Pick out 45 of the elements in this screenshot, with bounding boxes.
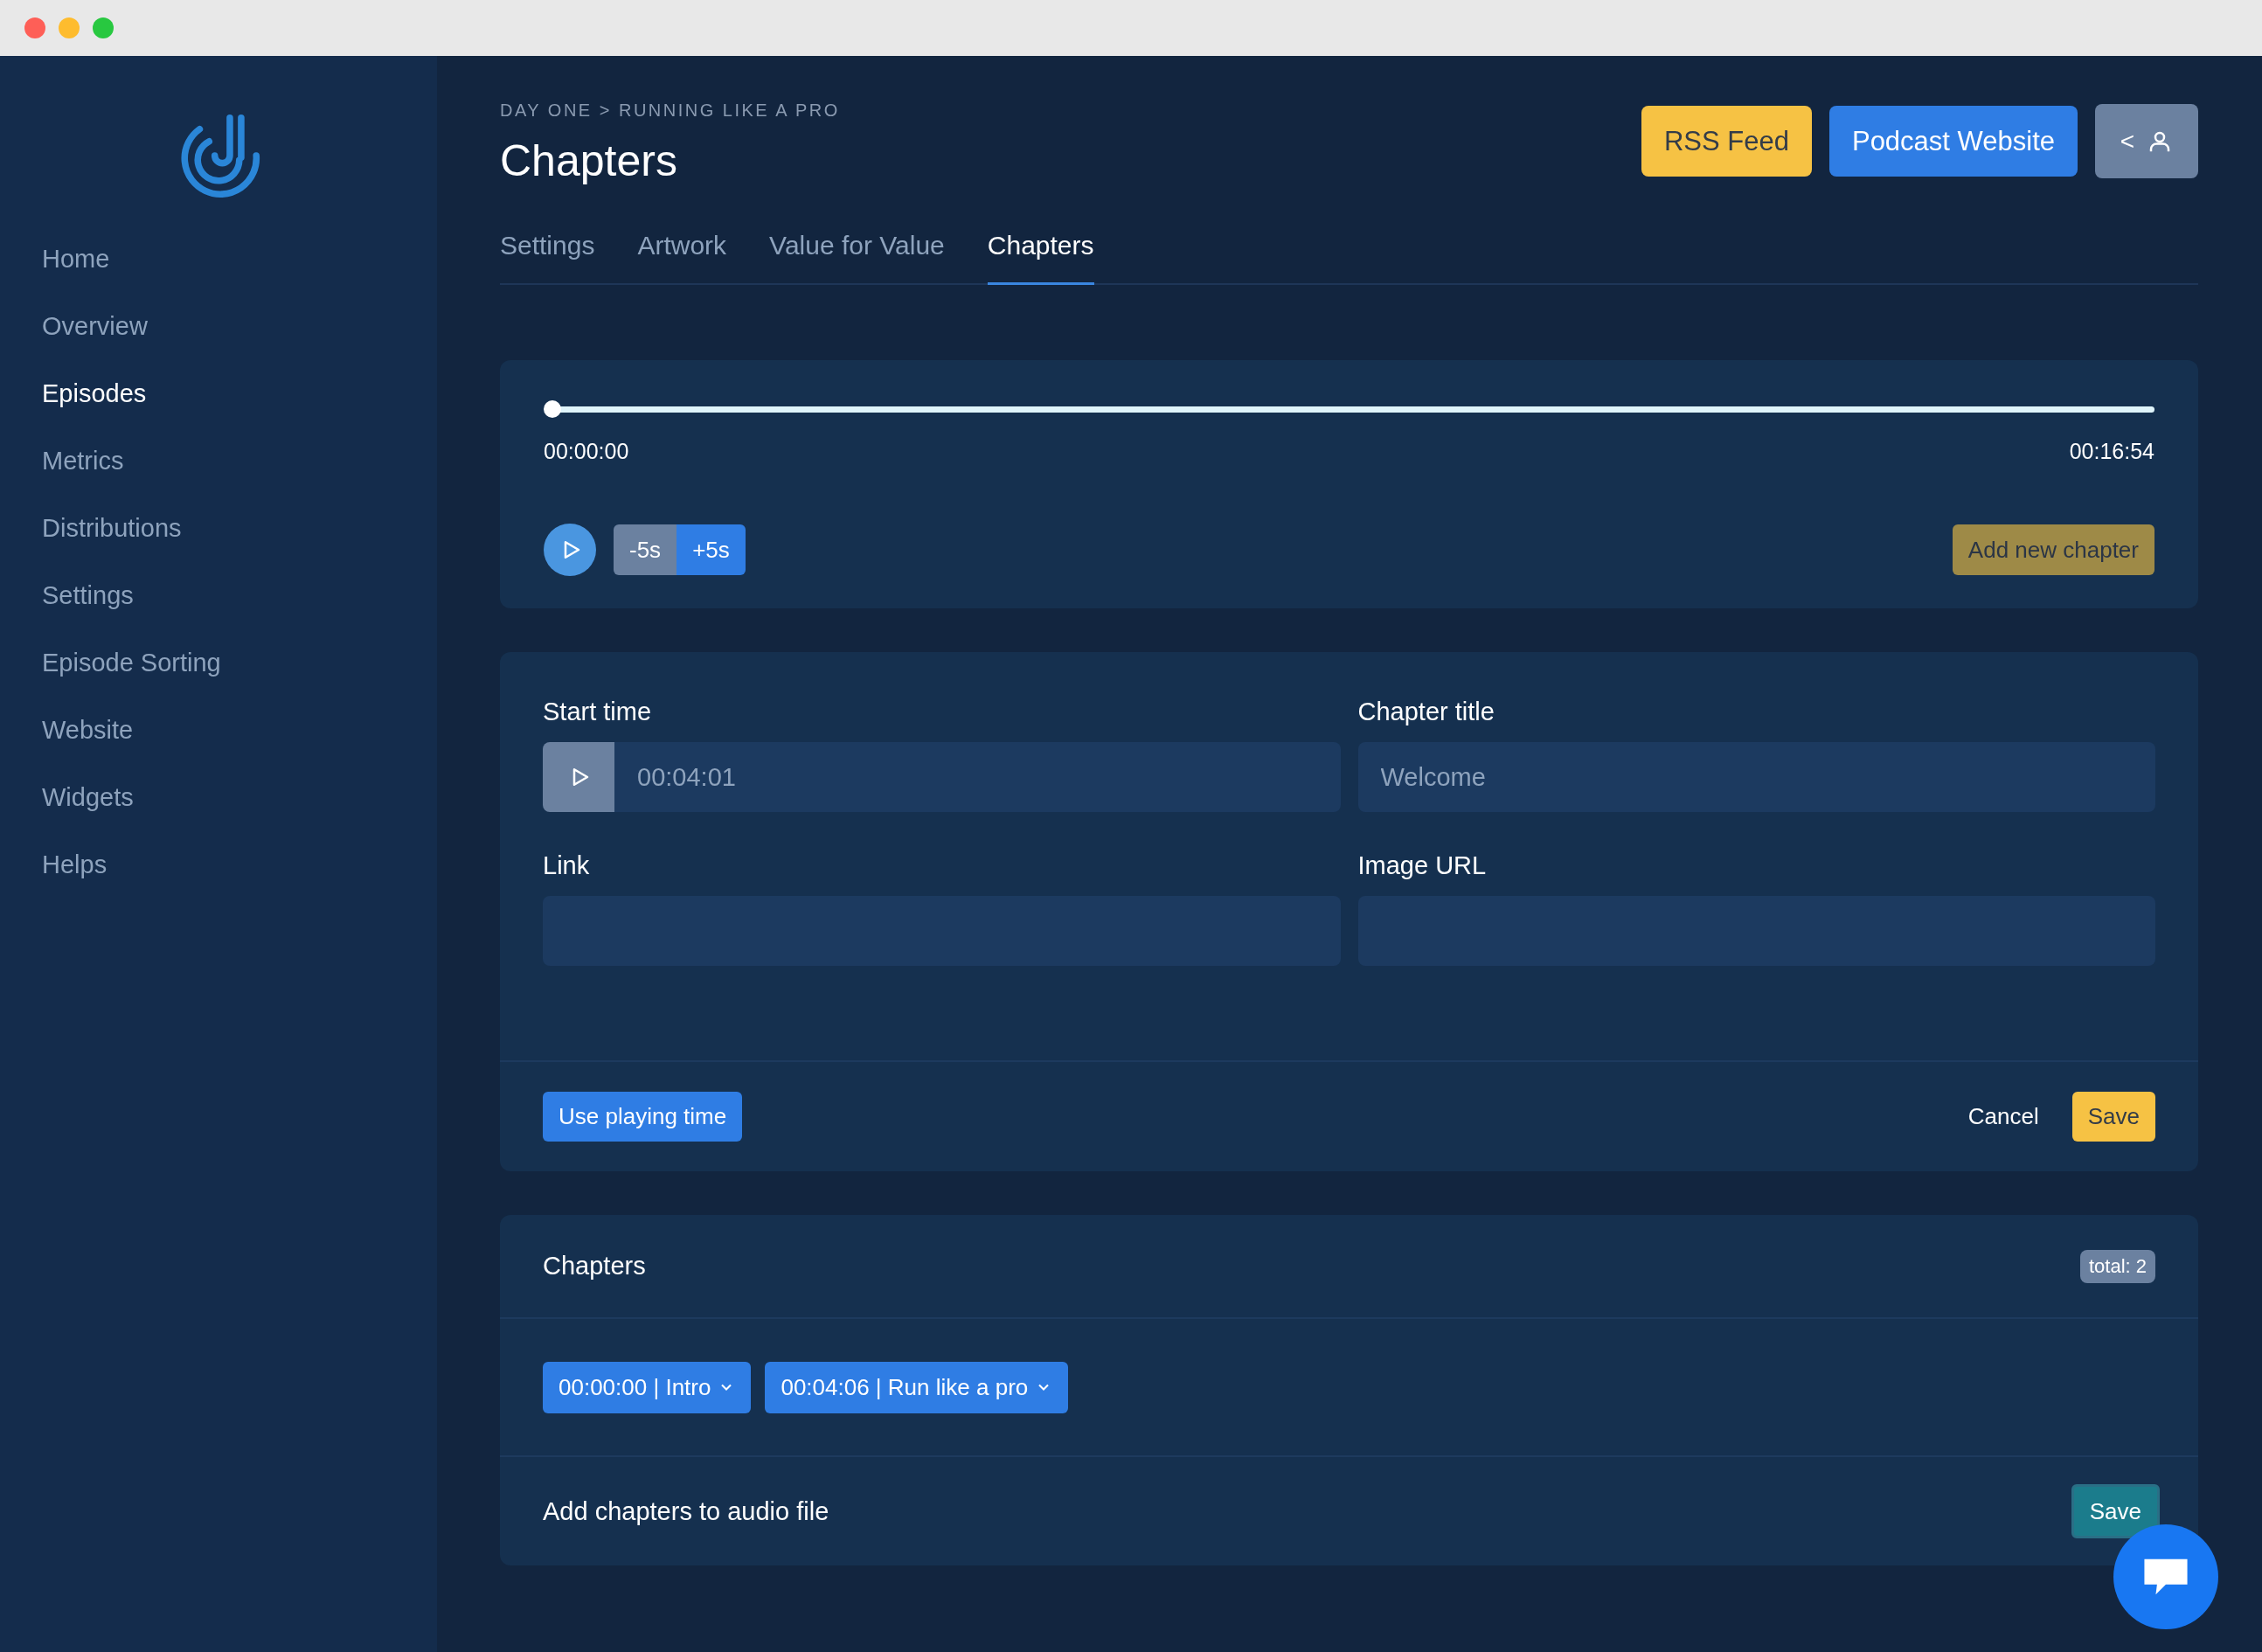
skip-button[interactable]: -5s xyxy=(614,524,677,575)
tab[interactable]: Settings xyxy=(500,206,595,285)
field-label: Image URL xyxy=(1357,851,1488,880)
sidebar-item[interactable]: Episodes xyxy=(42,360,147,427)
window-control-button[interactable] xyxy=(93,17,114,38)
sidebar-item[interactable]: Helps xyxy=(42,831,108,899)
sidebar-item[interactable]: Home xyxy=(42,226,110,293)
play-button[interactable] xyxy=(544,524,596,576)
current-time: 00:00:00 xyxy=(544,439,629,464)
progress-slider[interactable] xyxy=(544,400,2154,418)
field-label: Chapter title xyxy=(1357,698,1495,726)
tab[interactable]: Value for Value xyxy=(769,206,945,285)
slider-thumb[interactable] xyxy=(544,399,561,418)
sidebar-item[interactable]: Distributions xyxy=(42,495,182,562)
website-button[interactable]: Podcast Website xyxy=(1828,106,2078,177)
input-field[interactable]: Welcome xyxy=(1357,742,2155,812)
sidebar-item[interactable]: Settings xyxy=(42,562,134,629)
skip-button[interactable]: +5s xyxy=(677,524,746,575)
sidebar-item[interactable]: Metrics xyxy=(42,427,124,495)
sidebar-item[interactable]: Website xyxy=(42,697,134,764)
input-field[interactable]: 00:04:01 xyxy=(614,742,1341,812)
total-badge: total: 2 xyxy=(2079,1249,2155,1283)
sidebar-item[interactable]: Episode Sorting xyxy=(42,629,221,697)
breadcrumb: DAY ONE > RUNNING LIKE A PRO xyxy=(500,100,840,121)
chapter-dropdown[interactable]: 00:04:06 | Run like a pro xyxy=(765,1361,1069,1413)
sidebar-item[interactable]: Widgets xyxy=(42,764,134,831)
tab[interactable]: Artwork xyxy=(637,206,727,285)
section-title: Chapters xyxy=(543,1252,646,1281)
chapter-dropdown[interactable]: 00:00:00 | Intro xyxy=(543,1361,752,1413)
account-button[interactable]: < xyxy=(2095,104,2198,178)
sidebar-item[interactable]: Overview xyxy=(42,293,148,360)
rss-feed-button[interactable]: RSS Feed xyxy=(1641,106,1812,177)
footer-text: Add chapters to audio file xyxy=(543,1496,829,1526)
duration-time: 00:16:54 xyxy=(2069,439,2154,464)
use-playing-time-button[interactable]: Use playing time xyxy=(543,1092,743,1142)
add-chapter-button[interactable]: Add new chapter xyxy=(1952,524,2154,575)
field-label: Start time xyxy=(543,698,653,726)
field-label: Link xyxy=(543,851,591,880)
window-control-button[interactable] xyxy=(24,17,45,38)
cancel-button[interactable]: Cancel xyxy=(1967,1092,2039,1142)
tab[interactable]: Chapters xyxy=(987,206,1094,285)
save-button[interactable]: Save xyxy=(2071,1092,2155,1142)
save-button[interactable]: Save xyxy=(2071,1484,2160,1538)
window-control-button[interactable] xyxy=(59,17,80,38)
page-title: Chapters xyxy=(500,135,678,187)
